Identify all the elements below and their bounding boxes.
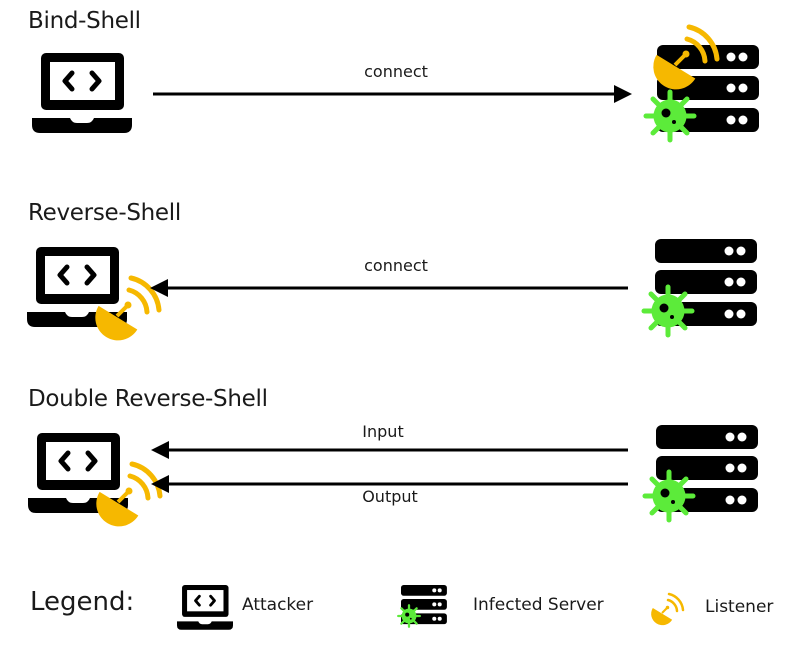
legend-infected-server-icon [397, 585, 447, 628]
legend-attacker-icon [175, 583, 235, 632]
satellite-dish-icon [648, 592, 685, 629]
arrowhead-right [614, 85, 632, 103]
legend-label-listener: Listener [705, 597, 774, 617]
diagram-canvas [0, 0, 759, 632]
legend-listener-icon [648, 592, 685, 629]
attacker-laptop-bind [32, 53, 132, 133]
virus-icon [397, 604, 421, 628]
connect-arrow-bind [153, 85, 632, 103]
laptop-code-icon [175, 583, 235, 632]
infected-server-double [645, 425, 758, 520]
attacker-laptop-double [28, 433, 160, 530]
infected-server-bind [646, 27, 759, 140]
infected-server-reverse [644, 239, 757, 335]
virus-icon [646, 92, 694, 140]
legend-label-infected-server: Infected Server [473, 595, 604, 615]
legend-label-attacker: Attacker [242, 595, 314, 615]
connect-arrow-reverse [150, 279, 628, 297]
virus-icon [644, 287, 692, 335]
attacker-laptop-reverse [27, 247, 159, 344]
input-arrow [151, 441, 628, 459]
output-arrow [151, 475, 628, 493]
legend-title: Legend: [30, 587, 135, 617]
laptop-code-icon [32, 53, 132, 133]
virus-icon [645, 472, 693, 520]
arrowhead-left [151, 441, 169, 459]
